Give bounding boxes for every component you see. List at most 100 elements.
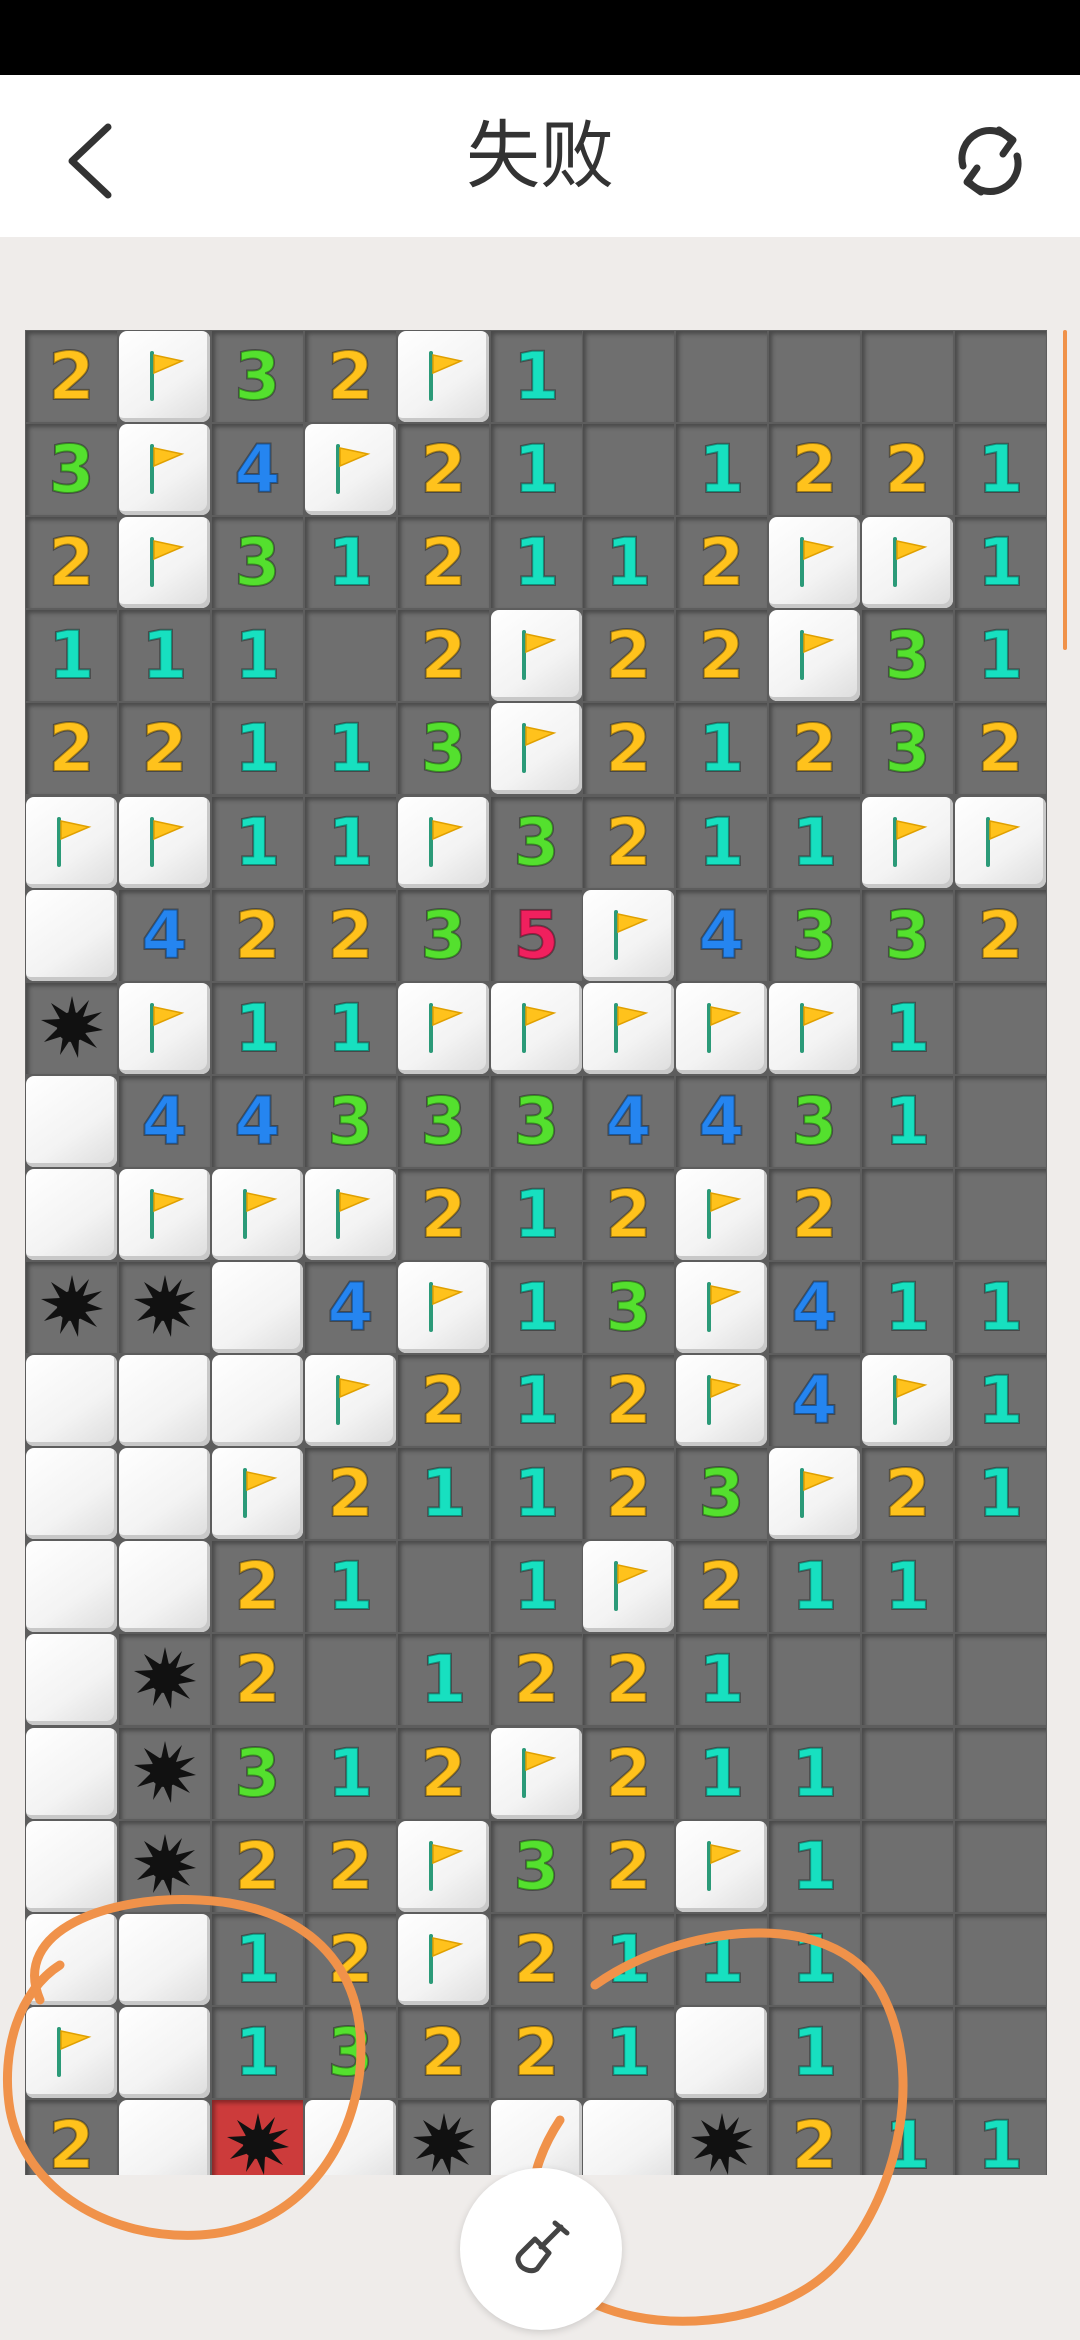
cell-unrevealed[interactable] — [119, 1355, 210, 1446]
cell-flagged[interactable] — [305, 424, 396, 515]
cell-revealed[interactable]: 1 — [955, 424, 1046, 515]
cell-flagged[interactable] — [398, 983, 489, 1074]
cell-revealed[interactable]: 2 — [955, 890, 1046, 981]
cell-revealed[interactable]: 1 — [955, 1262, 1046, 1353]
cell-flagged[interactable] — [26, 2007, 117, 2098]
cell-revealed[interactable]: 1 — [398, 1634, 489, 1725]
cell-revealed[interactable]: 1 — [583, 1914, 674, 2005]
cell-flagged[interactable] — [119, 797, 210, 888]
cell-unrevealed[interactable] — [583, 2100, 674, 2175]
cell-revealed[interactable]: 2 — [769, 1169, 860, 1260]
cell-revealed[interactable]: 1 — [862, 1076, 953, 1167]
cell-flagged[interactable] — [676, 1169, 767, 1260]
cell-revealed[interactable]: 1 — [676, 1634, 767, 1725]
cell-flagged[interactable] — [769, 517, 860, 608]
cell-revealed[interactable]: 3 — [305, 1076, 396, 1167]
cell-flagged[interactable] — [583, 1541, 674, 1632]
cell-revealed[interactable]: 2 — [583, 1634, 674, 1725]
cell-flagged[interactable] — [119, 424, 210, 515]
cell-revealed[interactable]: 3 — [862, 610, 953, 701]
cell-revealed[interactable]: 2 — [583, 1728, 674, 1819]
cell-revealed[interactable]: 1 — [212, 1914, 303, 2005]
cell-revealed[interactable]: 1 — [491, 331, 582, 422]
cell-flagged[interactable] — [212, 1448, 303, 1539]
cell-flagged[interactable] — [398, 1262, 489, 1353]
cell-mine[interactable] — [676, 2100, 767, 2175]
cell-revealed[interactable]: 2 — [583, 1355, 674, 1446]
cell-revealed[interactable]: 2 — [212, 1541, 303, 1632]
cell-unrevealed[interactable] — [212, 1355, 303, 1446]
cell-revealed[interactable]: 1 — [583, 517, 674, 608]
cell-flagged[interactable] — [398, 797, 489, 888]
cell-revealed[interactable]: 2 — [305, 1914, 396, 2005]
cell-revealed[interactable]: 2 — [398, 2007, 489, 2098]
cell-revealed[interactable] — [305, 610, 396, 701]
cell-mine[interactable] — [119, 1634, 210, 1725]
cell-revealed[interactable]: 1 — [491, 424, 582, 515]
cell-unrevealed[interactable] — [26, 1169, 117, 1260]
cell-flagged[interactable] — [212, 1169, 303, 1260]
cell-revealed[interactable] — [955, 1541, 1046, 1632]
cell-revealed[interactable] — [955, 331, 1046, 422]
cell-revealed[interactable]: 1 — [955, 2100, 1046, 2175]
cell-revealed[interactable]: 3 — [769, 890, 860, 981]
cell-flagged[interactable] — [583, 983, 674, 1074]
cell-unrevealed[interactable] — [119, 1914, 210, 2005]
cell-revealed[interactable]: 4 — [212, 1076, 303, 1167]
cell-revealed[interactable]: 2 — [583, 610, 674, 701]
cell-revealed[interactable]: 2 — [583, 1821, 674, 1912]
cell-flagged[interactable] — [119, 983, 210, 1074]
cell-unrevealed[interactable] — [305, 2100, 396, 2175]
cell-revealed[interactable]: 2 — [769, 424, 860, 515]
cell-revealed[interactable] — [862, 1914, 953, 2005]
cell-flagged[interactable] — [862, 1355, 953, 1446]
cell-revealed[interactable]: 1 — [305, 1728, 396, 1819]
cell-revealed[interactable]: 1 — [676, 703, 767, 794]
cell-revealed[interactable]: 3 — [491, 1821, 582, 1912]
cell-revealed[interactable]: 2 — [212, 1634, 303, 1725]
cell-unrevealed[interactable] — [26, 1914, 117, 2005]
cell-flagged[interactable] — [119, 517, 210, 608]
cell-revealed[interactable]: 1 — [119, 610, 210, 701]
cell-revealed[interactable]: 1 — [305, 983, 396, 1074]
cell-exploded-mine[interactable] — [212, 2100, 303, 2175]
cell-mine[interactable] — [119, 1821, 210, 1912]
cell-revealed[interactable]: 2 — [862, 1448, 953, 1539]
cell-revealed[interactable] — [955, 1634, 1046, 1725]
cell-unrevealed[interactable] — [26, 1355, 117, 1446]
cell-revealed[interactable]: 1 — [305, 703, 396, 794]
cell-revealed[interactable]: 2 — [676, 1541, 767, 1632]
cell-revealed[interactable] — [955, 983, 1046, 1074]
cell-revealed[interactable]: 3 — [26, 424, 117, 515]
cell-unrevealed[interactable] — [491, 2100, 582, 2175]
cell-revealed[interactable] — [583, 331, 674, 422]
cell-revealed[interactable]: 3 — [398, 1076, 489, 1167]
cell-revealed[interactable]: 3 — [212, 517, 303, 608]
cell-flagged[interactable] — [676, 1262, 767, 1353]
cell-revealed[interactable]: 3 — [491, 797, 582, 888]
cell-unrevealed[interactable] — [26, 1728, 117, 1819]
cell-revealed[interactable]: 1 — [862, 983, 953, 1074]
cell-revealed[interactable]: 2 — [26, 331, 117, 422]
cell-revealed[interactable]: 2 — [305, 331, 396, 422]
cell-flagged[interactable] — [676, 1821, 767, 1912]
cell-revealed[interactable]: 4 — [119, 1076, 210, 1167]
cell-flagged[interactable] — [119, 331, 210, 422]
cell-revealed[interactable]: 1 — [212, 983, 303, 1074]
restart-button[interactable] — [930, 111, 1050, 211]
cell-revealed[interactable]: 4 — [212, 424, 303, 515]
cell-revealed[interactable]: 2 — [862, 424, 953, 515]
cell-revealed[interactable]: 4 — [769, 1262, 860, 1353]
cell-revealed[interactable]: 1 — [676, 797, 767, 888]
cell-revealed[interactable]: 1 — [491, 1448, 582, 1539]
cell-unrevealed[interactable] — [119, 2007, 210, 2098]
cell-revealed[interactable] — [862, 1634, 953, 1725]
cell-revealed[interactable]: 1 — [676, 1914, 767, 2005]
cell-revealed[interactable]: 1 — [212, 797, 303, 888]
cell-revealed[interactable] — [955, 2007, 1046, 2098]
cell-revealed[interactable] — [862, 331, 953, 422]
cell-revealed[interactable] — [305, 1634, 396, 1725]
cell-revealed[interactable]: 2 — [305, 1448, 396, 1539]
cell-revealed[interactable]: 4 — [119, 890, 210, 981]
cell-revealed[interactable]: 1 — [491, 1262, 582, 1353]
